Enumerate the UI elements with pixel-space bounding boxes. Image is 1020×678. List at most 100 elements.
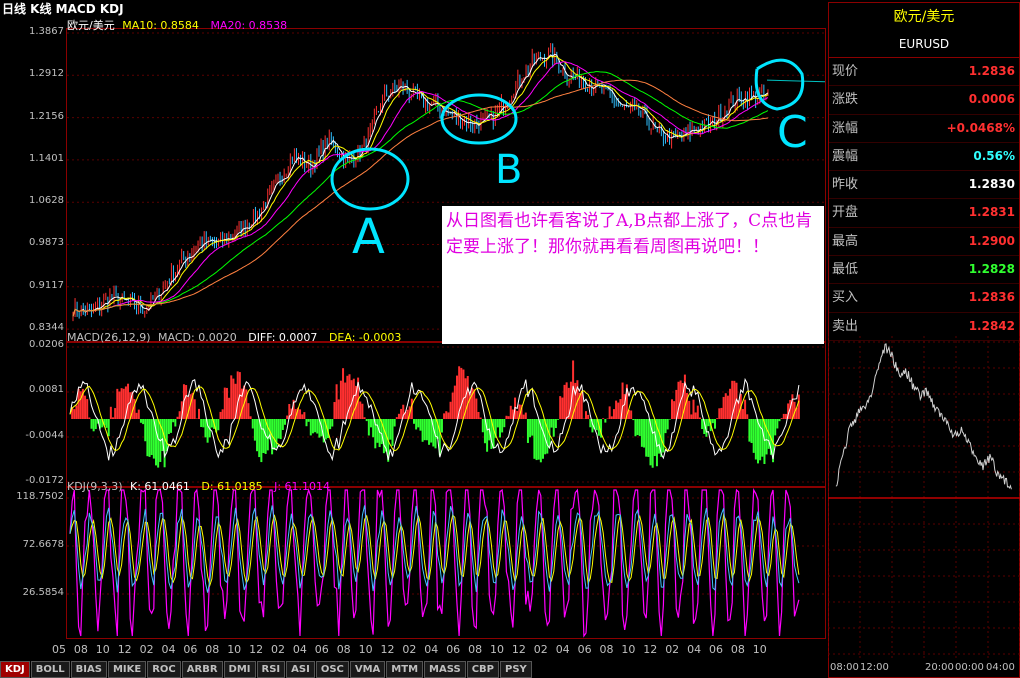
price-tick-label: 1.0628: [29, 195, 64, 207]
quote-row: 最低 1.2828: [829, 256, 1019, 285]
x-tick-label: 10: [752, 643, 767, 656]
quote-label: 开盘: [832, 205, 859, 221]
tab-roc[interactable]: ROC: [147, 661, 181, 678]
tab-mtm[interactable]: MTM: [386, 661, 424, 678]
tab-osc[interactable]: OSC: [315, 661, 349, 678]
x-tick-label: 02: [402, 643, 417, 656]
price-tick-label: 1.3867: [29, 26, 64, 37]
x-tick-label: 12: [117, 643, 132, 656]
x-tick-label: 08: [599, 643, 614, 656]
quote-row: 买入 1.2836: [829, 284, 1019, 313]
tab-vma[interactable]: VMA: [349, 661, 386, 678]
quote-row: 现价 1.2836: [829, 58, 1019, 87]
x-tick-label: 10: [227, 643, 242, 656]
x-tick-label: 08: [205, 643, 220, 656]
x-axis: 05 08 10 12 02 04 06 08 10 12 02 04 06 08 10 12 02 04 06 08…: [52, 642, 826, 658]
x-tick-label: 04: [687, 643, 702, 656]
diff-value: DIFF: 0.0007: [248, 331, 318, 344]
intraday-time-label: 08:00: [830, 662, 859, 673]
quote-label: 买入: [832, 290, 859, 306]
x-tick-label: 06: [709, 643, 723, 656]
x-tick-label: 10: [490, 643, 504, 656]
intraday-time-label: 04:00: [986, 662, 1015, 673]
macd-tick-label: 0.0081: [29, 384, 64, 396]
x-tick-label: 06: [446, 643, 461, 656]
quote-value: 0.0006: [968, 92, 1015, 107]
macd-tick-label: 0.0206: [29, 339, 64, 350]
x-tick-label: 02: [139, 643, 154, 656]
quote-row: 涨幅 +0.0468%: [829, 115, 1019, 143]
j-line: [69, 488, 800, 638]
price-tick-label: 1.1401: [29, 152, 64, 164]
x-tick-label: 08: [336, 643, 351, 656]
tab-bias[interactable]: BIAS: [70, 661, 107, 678]
quote-value: 1.2836: [968, 290, 1015, 305]
price-tick-label: 0.8344: [29, 322, 64, 333]
tab-cbp[interactable]: CBP: [466, 661, 499, 678]
intraday-time-label: 00:00: [955, 662, 984, 673]
quote-value: 1.2900: [968, 233, 1015, 248]
tab-asi[interactable]: ASI: [286, 661, 315, 678]
indicator-tabs: KDJ BOLL BIAS MIKE ROC ARBR DMI RSI ASI OSC VMA MTM…: [0, 661, 826, 678]
x-tick-label: 04: [161, 643, 176, 656]
intraday-time-label: 20:00: [925, 662, 954, 673]
quote-row: 涨跌 0.0006: [829, 86, 1019, 115]
quote-label: 现价: [832, 64, 859, 79]
symbol-label: 欧元/美元: [67, 19, 115, 32]
quote-row: 最高 1.2900: [829, 228, 1019, 257]
annotation-label-b: B: [495, 147, 523, 193]
price-tick-label: 0.9117: [29, 279, 64, 291]
macd-name: MACD(26,12,9): [67, 331, 151, 344]
x-tick-label: 12: [643, 643, 658, 656]
tab-boll[interactable]: BOLL: [30, 661, 70, 678]
kdj-pane[interactable]: KDJ(9,3,3) K: 61.0461 D: 61.0185 J: 61.1…: [66, 480, 826, 639]
quote-list: 现价 1.2836 涨跌 0.0006 涨幅 +0.0468% 震幅 0.56% 昨收 1.283…: [829, 58, 1019, 341]
quote-label: 涨跌: [832, 92, 859, 108]
quote-value: +0.0468%: [946, 120, 1015, 135]
macd-pane[interactable]: MACD(26,12,9) MACD: 0.0020 DIFF: 0.0007 …: [66, 331, 826, 487]
quote-label: 涨幅: [832, 120, 859, 136]
intraday-chart[interactable]: [828, 336, 1020, 660]
diff-line: [69, 377, 800, 462]
x-tick-label: 04: [424, 643, 439, 656]
x-tick-label: 02: [533, 643, 548, 656]
tab-dmi[interactable]: DMI: [223, 661, 256, 678]
chart-title: 日线 K线 MACD KDJ: [2, 2, 124, 16]
tab-mike[interactable]: MIKE: [107, 661, 147, 678]
x-tick-label: 06: [577, 643, 592, 656]
tab-kdj[interactable]: KDJ: [0, 661, 30, 678]
x-tick-label: 02: [271, 643, 285, 656]
x-tick-label: 10: [358, 643, 373, 656]
x-tick-label: 06: [183, 643, 198, 656]
tab-mass[interactable]: MASS: [424, 661, 466, 678]
x-tick-label: 08: [73, 643, 88, 656]
j-value: J: 61.1014: [274, 480, 331, 493]
quote-row: 震幅 0.56%: [829, 143, 1019, 172]
macd-tick-label: -0.0044: [25, 429, 64, 441]
x-tick-label: 06: [314, 643, 329, 656]
macd-chart: [67, 346, 825, 483]
quote-label: 最高: [832, 233, 859, 249]
quote-label: 最低: [832, 262, 859, 278]
dea-value: DEA: -0.0003: [328, 331, 402, 344]
tab-arbr[interactable]: ARBR: [181, 661, 223, 678]
quote-label: 震幅: [832, 148, 859, 164]
x-tick-label: 08: [468, 643, 483, 656]
x-tick-label: 10: [621, 643, 636, 656]
quote-value: 1.2828: [968, 262, 1015, 277]
price-legend: 欧元/美元 MA10: 0.8584 MA20: 0.8538: [67, 17, 287, 33]
x-tick-label: 12: [249, 643, 264, 656]
kdj-name: KDJ(9,3,3): [67, 480, 123, 493]
x-tick-label: 12: [380, 643, 395, 656]
quote-value: 0.56%: [973, 148, 1015, 163]
x-tick-label: 05: [52, 643, 66, 656]
quote-value: 1.2830: [968, 177, 1015, 192]
annotation-note: 从日图看也许看客说了A,B点都上涨了，C点也肯定要上涨了！那你就再看看周图再说吧…: [442, 206, 824, 344]
tab-psy[interactable]: PSY: [499, 661, 532, 678]
ma20-label: MA20: 0.8538: [210, 19, 288, 32]
d-line: [69, 513, 800, 588]
price-tick-label: 1.2156: [29, 110, 64, 122]
k-value: K: 61.0461: [130, 480, 190, 493]
macd-value: MACD: 0.0020: [158, 331, 237, 344]
tab-rsi[interactable]: RSI: [256, 661, 286, 678]
